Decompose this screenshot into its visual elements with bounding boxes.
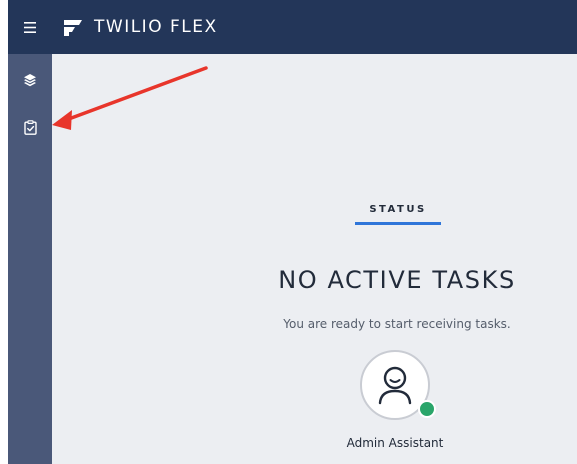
- brand: TWILIO FLEX: [62, 0, 218, 54]
- no-tasks-headline: NO ACTIVE TASKS: [278, 266, 516, 294]
- layers-icon: [24, 74, 36, 87]
- sidebar: [8, 54, 52, 464]
- hamburger-menu-button[interactable]: [8, 0, 52, 54]
- twilio-flex-logo-icon: [64, 20, 82, 36]
- tab-status-indicator: [355, 222, 441, 225]
- clipboard-check-icon: [23, 119, 37, 135]
- agent-name: Admin Assistant: [346, 436, 444, 450]
- flex-app: TWILIO FLEX STATUS NO ACTIVE TASKS You a…: [8, 0, 577, 464]
- ready-message: You are ready to start receiving tasks.: [283, 317, 511, 331]
- brand-title: TWILIO FLEX: [94, 17, 218, 37]
- sidebar-item-layers[interactable]: [8, 60, 52, 100]
- user-avatar-icon: [378, 366, 412, 405]
- top-header-bar: TWILIO FLEX: [8, 0, 577, 54]
- main-content: STATUS NO ACTIVE TASKS You are ready to …: [52, 54, 577, 464]
- presence-status-dot: [418, 400, 436, 418]
- sidebar-item-tasks[interactable]: [8, 107, 52, 147]
- tab-status[interactable]: STATUS: [355, 204, 441, 215]
- hamburger-menu-icon: [24, 21, 36, 33]
